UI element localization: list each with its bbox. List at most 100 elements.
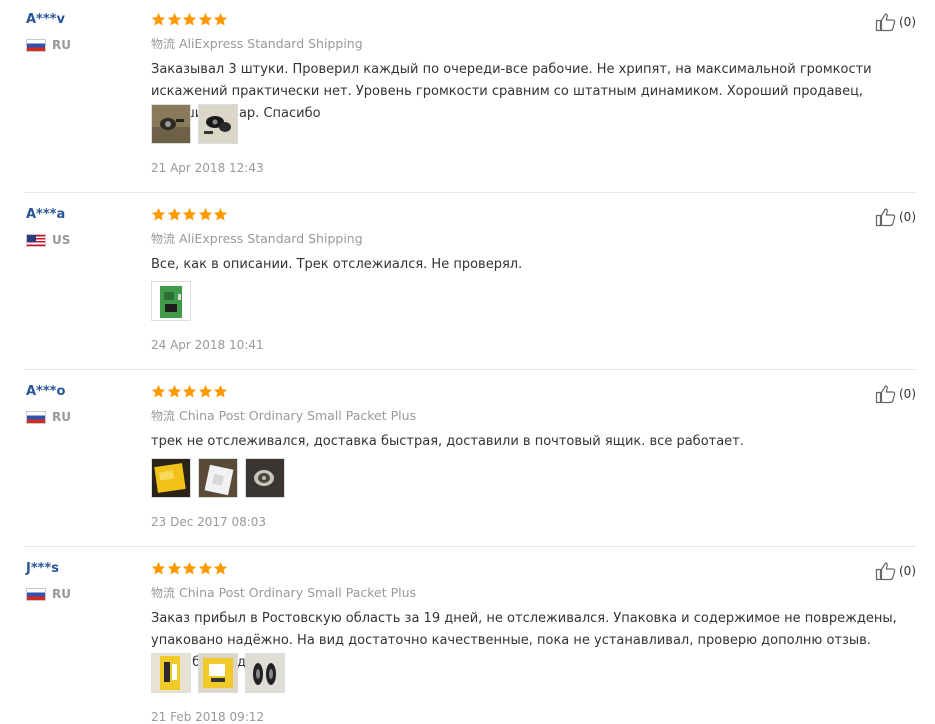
review-text: Заказывал 3 штуки. Проверил каждый по оч… (151, 62, 872, 121)
photo-yellow-parcel (199, 654, 237, 692)
helpful-count: (0) (899, 15, 916, 29)
shipping-name: China Post Ordinary Small Packet Plus (179, 585, 417, 600)
review-photos (151, 653, 292, 693)
photo-thumbnail[interactable] (151, 281, 191, 321)
review-date: 23 Dec 2017 08:03 (151, 515, 267, 529)
shipping-label: 物流 (151, 586, 176, 600)
star-icon (183, 207, 197, 221)
shipping-method: 物流 China Post Ordinary Small Packet Plus (151, 584, 416, 601)
country-code: RU (52, 410, 71, 424)
buyer-country: US (26, 233, 70, 247)
photo-thumbnail[interactable] (245, 458, 285, 498)
photo-thumbnail[interactable] (198, 653, 238, 693)
review-divider (24, 369, 916, 370)
shipping-name: China Post Ordinary Small Packet Plus (179, 408, 417, 423)
buyer-country: RU (26, 410, 71, 424)
review-item: A***v RU 物流 AliExpress Standard Shipping… (0, 0, 935, 193)
star-icon (198, 561, 212, 575)
us-flag-icon (26, 233, 46, 247)
helpful-button[interactable]: (0) (875, 561, 916, 581)
review-date: 24 Apr 2018 10:41 (151, 338, 264, 352)
star-icon (183, 384, 197, 398)
helpful-button[interactable]: (0) (875, 384, 916, 404)
star-rating (151, 12, 229, 27)
review-photos (151, 104, 245, 144)
star-icon (167, 207, 181, 221)
buyer-country: RU (26, 38, 71, 52)
shipping-name: AliExpress Standard Shipping (179, 231, 363, 246)
star-icon (198, 384, 212, 398)
helpful-count: (0) (899, 564, 916, 578)
thumb-up-icon (875, 562, 896, 581)
photo-speaker-black-white (199, 105, 237, 143)
country-code: RU (52, 587, 71, 601)
star-icon (151, 384, 166, 398)
shipping-label: 物流 (151, 37, 176, 51)
ru-flag-icon (26, 587, 46, 601)
star-icon (198, 12, 212, 26)
star-icon (214, 12, 228, 26)
review-text: трек не отслеживался, доставка быстрая, … (151, 434, 744, 449)
review-date: 21 Feb 2018 09:12 (151, 710, 265, 724)
photo-speaker-brown (152, 105, 190, 143)
buyer-name[interactable]: A***v (26, 12, 65, 27)
photo-green-board (152, 282, 190, 320)
review-text: Все, как в описании. Трек отслежиался. Н… (151, 257, 523, 272)
star-icon (151, 12, 166, 26)
review-item: A***o RU 物流 China Post Ordinary Small Pa… (0, 372, 935, 547)
star-icon (214, 384, 228, 398)
review-divider (24, 546, 916, 547)
review-photos (151, 458, 292, 498)
thumb-up-icon (875, 208, 896, 227)
photo-thumbnail[interactable] (151, 653, 191, 693)
photo-thumbnail[interactable] (198, 458, 238, 498)
star-rating (151, 207, 229, 222)
review-date: 21 Apr 2018 12:43 (151, 161, 264, 175)
review-item: J***s RU 物流 China Post Ordinary Small Pa… (0, 549, 935, 724)
star-rating (151, 384, 229, 399)
star-icon (214, 561, 228, 575)
star-icon (167, 561, 181, 575)
review-photos (151, 281, 198, 321)
star-icon (167, 12, 181, 26)
feedback-list: A***v RU 物流 AliExpress Standard Shipping… (0, 0, 935, 724)
photo-thumbnail[interactable] (151, 458, 191, 498)
photo-thumbnail[interactable] (151, 104, 191, 144)
review-divider (24, 192, 916, 193)
photo-speaker-dark (246, 459, 284, 497)
buyer-name[interactable]: A***o (26, 384, 65, 399)
thumb-up-icon (875, 385, 896, 404)
shipping-method: 物流 AliExpress Standard Shipping (151, 35, 363, 52)
helpful-count: (0) (899, 387, 916, 401)
photo-thumbnail[interactable] (245, 653, 285, 693)
buyer-country: RU (26, 587, 71, 601)
star-rating (151, 561, 229, 576)
star-icon (151, 207, 166, 221)
ru-flag-icon (26, 38, 46, 52)
buyer-name[interactable]: J***s (26, 561, 59, 576)
star-icon (167, 384, 181, 398)
shipping-name: AliExpress Standard Shipping (179, 36, 363, 51)
shipping-method: 物流 AliExpress Standard Shipping (151, 230, 363, 247)
photo-yellow-package (152, 459, 190, 497)
review-item: A***a US 物流 AliExpress Standard Shipping… (0, 195, 935, 370)
shipping-method: 物流 China Post Ordinary Small Packet Plus (151, 407, 416, 424)
helpful-button[interactable]: (0) (875, 12, 916, 32)
star-icon (151, 561, 166, 575)
photo-speakers-pair (246, 654, 284, 692)
buyer-name[interactable]: A***a (26, 207, 65, 222)
helpful-count: (0) (899, 210, 916, 224)
shipping-label: 物流 (151, 409, 176, 423)
photo-white-bag (199, 459, 237, 497)
star-icon (214, 207, 228, 221)
helpful-button[interactable]: (0) (875, 207, 916, 227)
photo-thumbnail[interactable] (198, 104, 238, 144)
star-icon (183, 12, 197, 26)
country-code: US (52, 233, 71, 247)
shipping-label: 物流 (151, 232, 176, 246)
photo-yellow-envelope (152, 654, 190, 692)
thumb-up-icon (875, 13, 896, 32)
country-code: RU (52, 38, 71, 52)
star-icon (183, 561, 197, 575)
ru-flag-icon (26, 410, 46, 424)
